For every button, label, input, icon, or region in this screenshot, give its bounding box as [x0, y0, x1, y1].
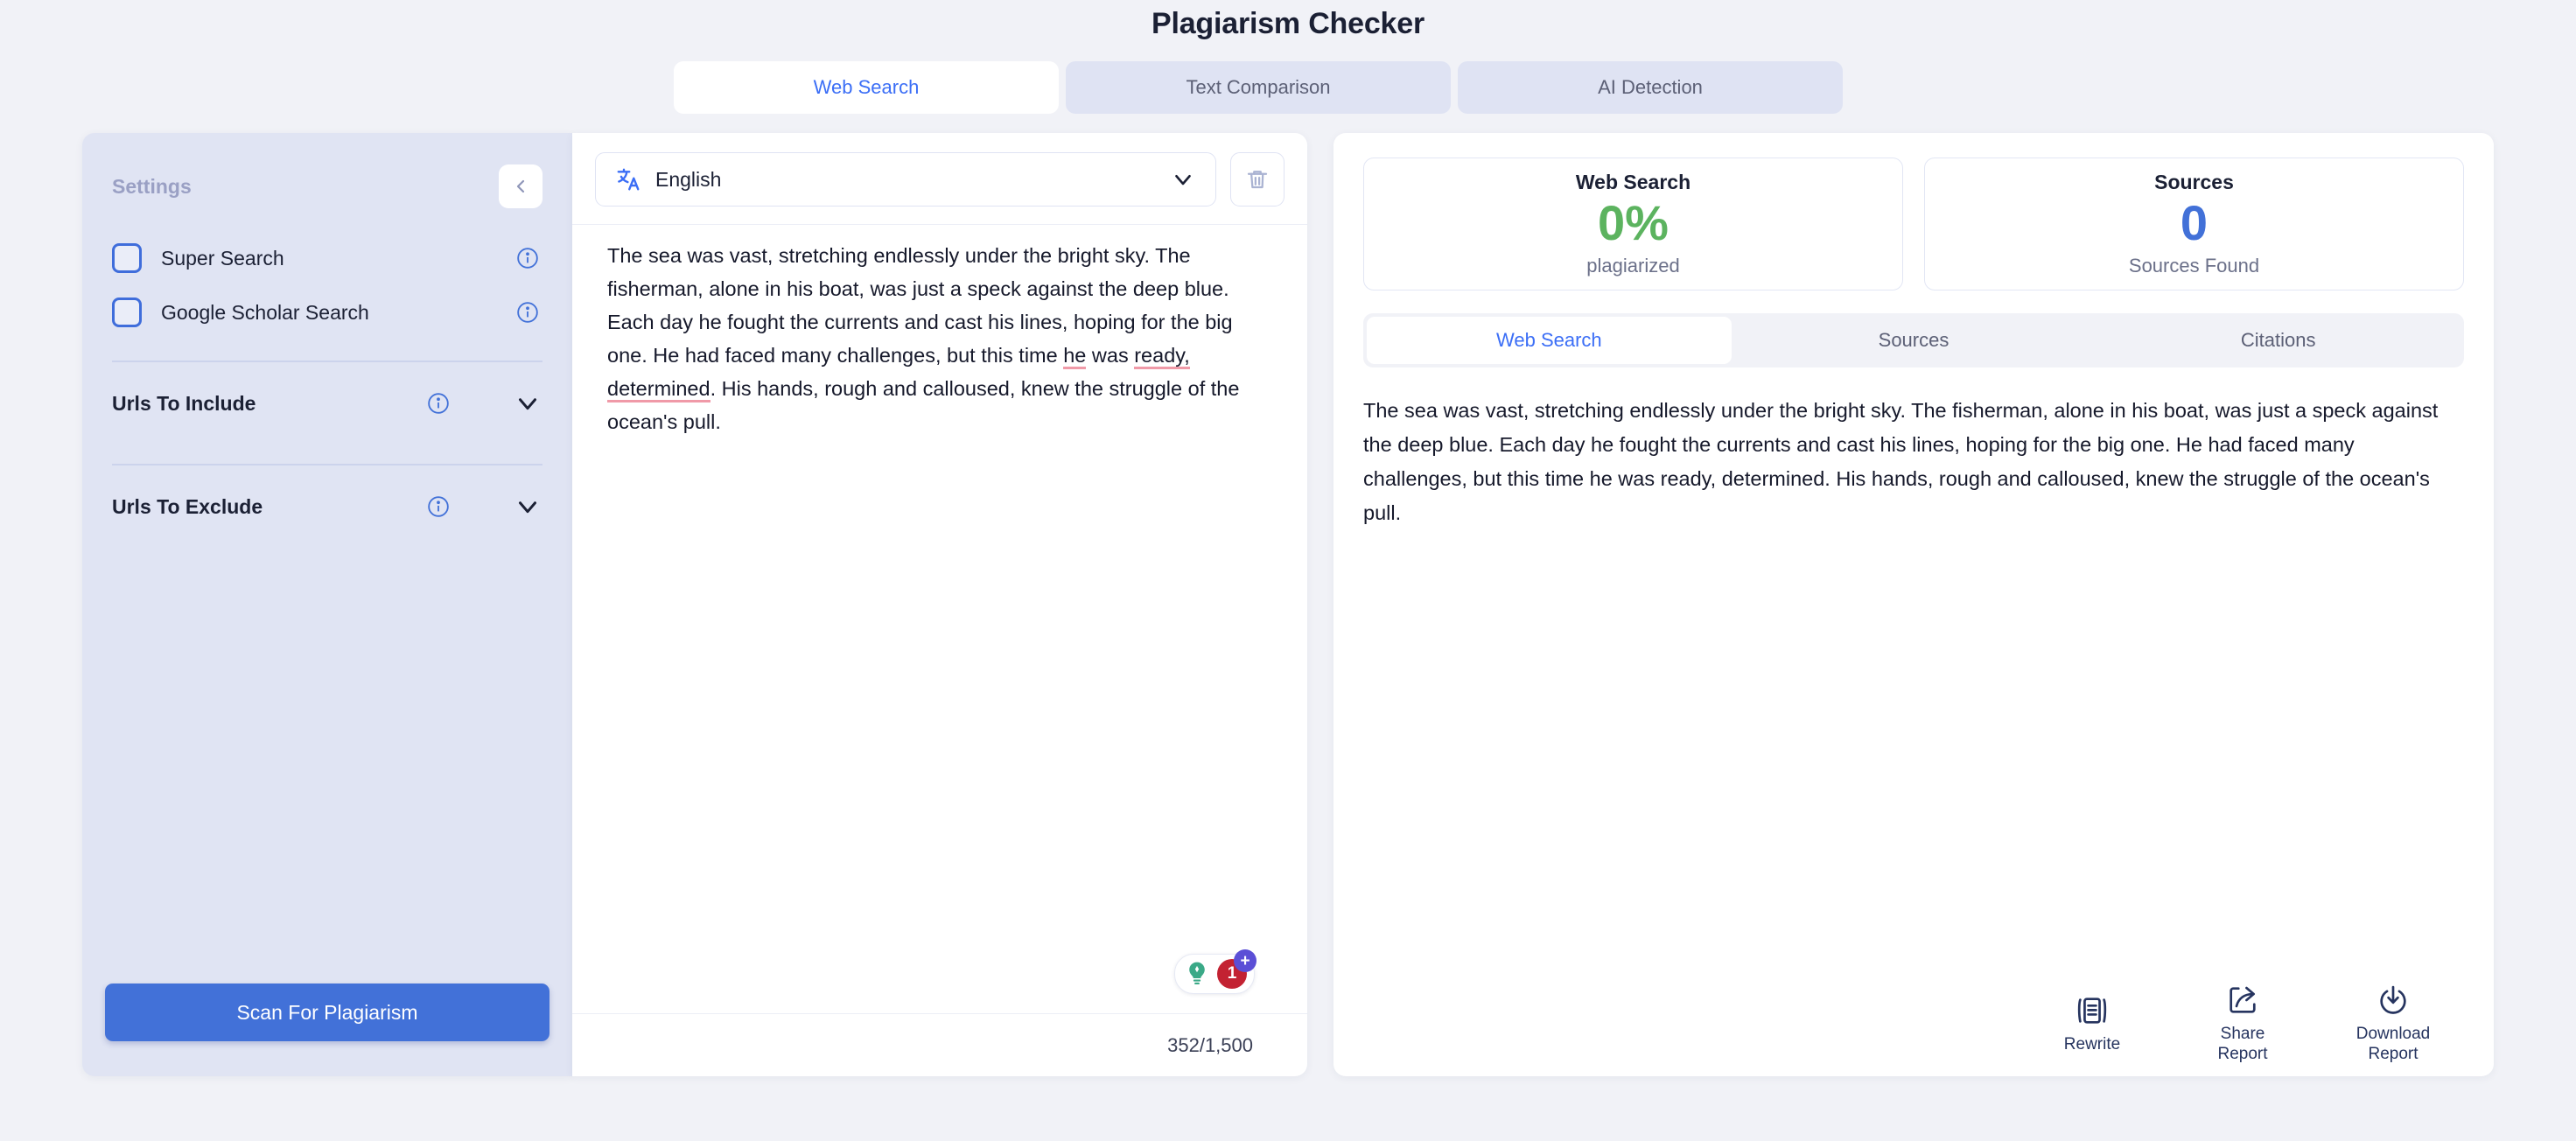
language-value: English — [655, 167, 722, 191]
chevron-left-icon — [516, 179, 525, 193]
accordion-label: Urls To Include — [112, 391, 256, 415]
settings-checkbox-list: Super Search Google Scholar Search — [82, 208, 572, 340]
stat-subtitle: plagiarized — [1586, 254, 1680, 276]
stat-card-web-search: Web Search 0% plagiarized — [1363, 158, 1903, 290]
results-panel: Web Search 0% plagiarized Sources 0 Sour… — [1334, 133, 2494, 1076]
google-scholar-label: Google Scholar Search — [161, 300, 369, 324]
chevron-down-icon[interactable] — [1170, 166, 1196, 192]
results-tab-bar: Web Search Sources Citations — [1363, 313, 2464, 368]
checkbox-row-google-scholar[interactable]: Google Scholar Search — [112, 285, 542, 340]
settings-sidebar: Settings Super Search Google Scholar Sea… — [82, 133, 572, 1076]
sidebar-collapse-button[interactable] — [499, 164, 542, 208]
sources-count: 0 — [2180, 195, 2208, 251]
info-icon[interactable] — [516, 301, 539, 324]
rewrite-document-icon — [2077, 997, 2107, 1024]
download-icon — [2380, 985, 2406, 1014]
misspelled-word[interactable]: he — [1063, 344, 1087, 369]
sidebar-header: Settings — [82, 133, 572, 208]
rewrite-button[interactable]: Rewrite — [2044, 994, 2140, 1054]
misspelled-word[interactable]: determined — [607, 377, 710, 402]
info-icon[interactable] — [427, 495, 450, 518]
stat-title: Web Search — [1575, 171, 1691, 194]
editor-content[interactable]: The sea was vast, stretching endlessly u… — [607, 239, 1272, 438]
stat-card-row: Web Search 0% plagiarized Sources 0 Sour… — [1363, 158, 2464, 290]
stat-subtitle: Sources Found — [2128, 254, 2260, 276]
editor-text-area[interactable]: The sea was vast, stretching endlessly u… — [572, 224, 1307, 1013]
share-icon — [2230, 986, 2256, 1013]
stat-title: Sources — [2154, 171, 2234, 194]
accordion-label: Urls To Exclude — [112, 494, 263, 518]
download-report-button[interactable]: Download Report — [2345, 984, 2441, 1064]
tab-web-search[interactable]: Web Search — [674, 61, 1059, 114]
super-search-checkbox[interactable] — [112, 243, 142, 273]
editor-panel: English The sea was vast, stretching end… — [572, 133, 1307, 1076]
results-tab-sources[interactable]: Sources — [1732, 317, 2096, 364]
grammar-suggestion-badge[interactable]: 1 + — [1174, 949, 1256, 994]
results-text: The sea was vast, stretching endlessly u… — [1363, 399, 2439, 524]
editor-footer: 352/1,500 — [572, 1013, 1307, 1076]
app-root: Plagiarism Checker Web Search Text Compa… — [0, 0, 2576, 1141]
results-action-bar: Rewrite Share Report Download Report — [1363, 971, 2464, 1076]
super-search-label: Super Search — [161, 246, 284, 270]
clear-text-button[interactable] — [1230, 152, 1284, 206]
grammar-error-count: 1 + — [1217, 949, 1256, 989]
lightbulb-icon — [1189, 962, 1205, 985]
accordion-urls-to-include[interactable]: Urls To Include — [112, 362, 542, 443]
mode-tab-bar: Web Search Text Comparison AI Detection — [674, 61, 1843, 114]
workspace: Settings Super Search Google Scholar Sea… — [82, 133, 2494, 1076]
plagiarized-percent: 0% — [1598, 195, 1669, 251]
scan-for-plagiarism-button[interactable]: Scan For Plagiarism — [105, 984, 550, 1041]
tab-ai-detection[interactable]: AI Detection — [1458, 61, 1843, 114]
share-report-label: Share Report — [2217, 1025, 2268, 1063]
results-tab-citations[interactable]: Citations — [2096, 317, 2460, 364]
upgrade-plus-badge[interactable]: + — [1234, 949, 1256, 972]
info-icon[interactable] — [427, 392, 450, 415]
share-report-button[interactable]: Share Report — [2194, 984, 2291, 1064]
translate-icon — [617, 168, 640, 191]
page-title: Plagiarism Checker — [1151, 7, 1424, 40]
misspelled-word[interactable]: ready, — [1134, 344, 1190, 369]
results-tab-web-search[interactable]: Web Search — [1367, 317, 1732, 364]
editor-toolbar: English — [572, 133, 1307, 224]
download-report-label: Download Report — [2356, 1025, 2431, 1063]
sidebar-title: Settings — [112, 174, 192, 198]
language-select[interactable]: English — [595, 152, 1216, 206]
info-icon[interactable] — [516, 247, 539, 270]
tab-text-comparison[interactable]: Text Comparison — [1066, 61, 1451, 114]
google-scholar-checkbox[interactable] — [112, 298, 142, 327]
chevron-down-icon[interactable] — [513, 492, 542, 522]
character-counter: 352/1,500 — [1167, 1033, 1253, 1056]
chevron-down-icon[interactable] — [513, 388, 542, 418]
rewrite-label: Rewrite — [2063, 1034, 2121, 1054]
stat-card-sources: Sources 0 Sources Found — [1924, 158, 2464, 290]
accordion-urls-to-exclude[interactable]: Urls To Exclude — [112, 466, 542, 546]
trash-icon — [1247, 171, 1268, 189]
checkbox-row-super-search[interactable]: Super Search — [112, 231, 542, 285]
